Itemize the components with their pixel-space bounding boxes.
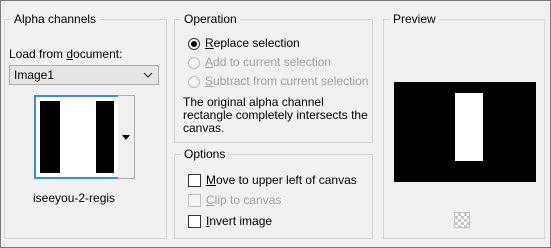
invert-image-label: Invert image (206, 214, 273, 228)
alpha-channels-title: Alpha channels (11, 12, 100, 26)
subtract-from-selection-label: Subtract from current selection (205, 74, 369, 88)
document-dropdown[interactable]: Image1 (9, 65, 159, 85)
subtract-from-selection-radio[interactable] (188, 76, 200, 88)
preview-title: Preview (390, 12, 439, 26)
add-to-selection-label: Add to current selection (205, 55, 332, 69)
add-to-selection-radio[interactable] (188, 57, 200, 69)
clip-to-canvas-checkbox[interactable] (188, 194, 201, 207)
replace-selection-radio[interactable] (188, 38, 200, 50)
alpha-channel-thumbnail[interactable] (34, 95, 120, 179)
preview-canvas (394, 82, 536, 182)
invert-image-checkbox[interactable] (188, 215, 201, 228)
channel-picker-button[interactable] (118, 95, 135, 179)
clip-to-canvas-label: Clip to canvas (206, 193, 282, 207)
load-from-document-label: Load from document: (9, 47, 123, 61)
operation-title: Operation (181, 12, 240, 26)
operation-description: The original alpha channel rectangle com… (183, 95, 368, 135)
dropdown-arrow-icon (122, 135, 130, 140)
thumbnail-image (40, 101, 114, 173)
preview-selection-shape (455, 93, 483, 161)
transparency-toggle-icon[interactable] (454, 212, 470, 228)
options-title: Options (181, 147, 229, 161)
move-to-upper-left-label: Move to upper left of canvas (206, 173, 357, 187)
alpha-channel-name: iseeyou-2-regis (33, 191, 116, 205)
move-to-upper-left-checkbox[interactable] (188, 174, 201, 187)
document-dropdown-value: Image1 (14, 68, 55, 82)
chevron-down-icon (143, 72, 153, 78)
replace-selection-label: Replace selection (205, 36, 300, 50)
